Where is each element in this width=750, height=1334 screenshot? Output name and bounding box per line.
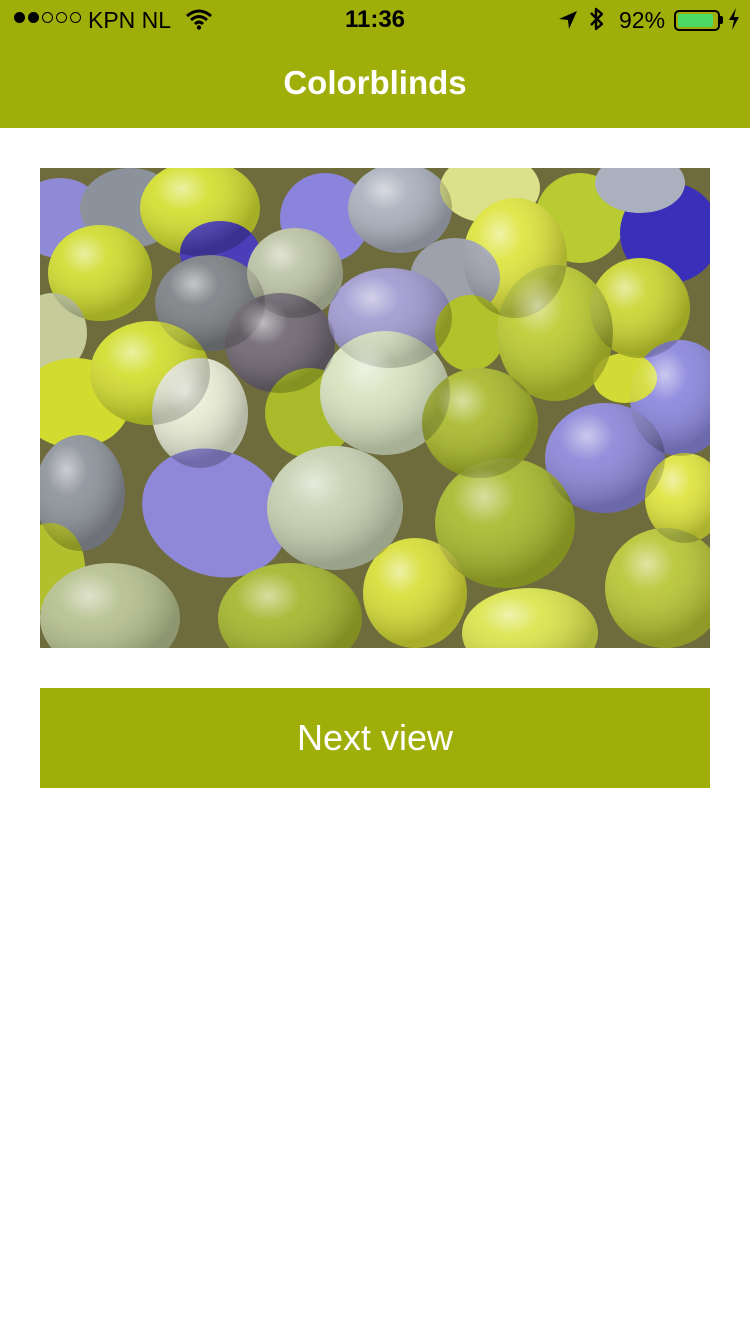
bluetooth-icon	[588, 6, 606, 38]
next-view-button[interactable]: Next view	[40, 688, 710, 788]
charging-bolt-icon	[728, 8, 740, 36]
app-screen: KPN NL 11:36 92% Colorblinds Next view	[0, 0, 750, 1334]
balloons-image	[40, 168, 710, 648]
battery-percent: 92%	[619, 7, 666, 33]
location-arrow-icon	[558, 9, 578, 36]
page-title: Colorblinds	[283, 64, 467, 101]
balloons-illustration	[40, 168, 710, 648]
battery-icon	[674, 10, 720, 31]
header: KPN NL 11:36 92% Colorblinds	[0, 0, 750, 128]
battery-cap	[720, 16, 723, 24]
status-bar: KPN NL 11:36 92%	[0, 0, 750, 40]
battery-level	[678, 14, 713, 27]
